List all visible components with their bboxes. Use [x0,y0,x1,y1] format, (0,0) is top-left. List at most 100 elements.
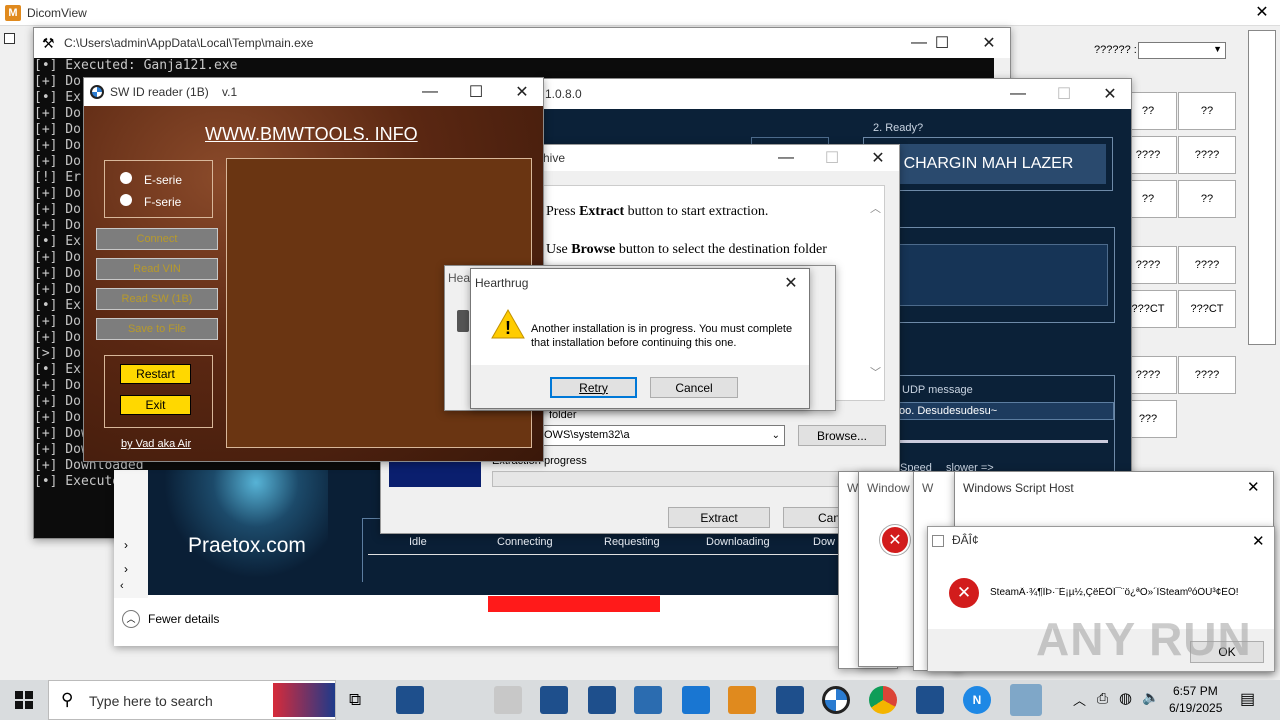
expand-chevron-icon[interactable]: › [124,538,128,552]
wsh-stack-1-title: W [847,481,859,495]
orion-udp-input[interactable]: oo. Desudesudesu~ [894,402,1114,420]
progress-tab-requesting: Requesting [604,536,660,548]
praetox-brand: Praetox.com [188,534,306,557]
steam-error-title: ÐÂÎ¢ [952,533,979,547]
console-titlebar: ⚒ C:\Users\admin\AppData\Local\Temp\main… [34,28,1010,58]
notification-icon[interactable]: ▤ [1240,689,1255,709]
taskbar-app-4-icon[interactable] [588,686,616,714]
archive-progress-bar [492,471,892,487]
taskbar-app-2-icon[interactable] [494,686,522,714]
steam-error-close-icon[interactable]: ✕ [1252,532,1265,550]
taskbar-app-5-icon[interactable] [634,686,662,714]
windows-logo-icon [15,691,33,709]
taskbar-app-12-icon[interactable]: N [963,686,991,714]
dicomview-tile-button[interactable]: ?? [1178,92,1236,130]
swid-radio-e[interactable] [120,172,132,184]
dicomview-tile-button[interactable]: ???? [1178,136,1236,174]
swid-title: SW ID reader (1B) v.1 [110,85,238,99]
progress-tab-idle: Idle [409,536,427,548]
dicomview-titlebar: M DicomView ✕ [0,0,1280,26]
hearthrug-retry-button[interactable]: Retry [550,377,637,398]
progress-tab-downloading: Downloading [706,536,770,548]
orion-udp-value: oo. Desudesudesu~ [899,405,998,417]
taskbar-chrome-icon[interactable] [869,686,897,714]
archive-scroll-down-icon[interactable]: ﹀ [870,364,881,380]
bmw-logo-icon [90,85,104,99]
tray-globe-icon[interactable]: ◍ [1119,689,1132,707]
taskbar-app-8-icon[interactable] [776,686,804,714]
chevron-down-icon: ⌄ [771,430,780,441]
wsh-stack-3-title: W [922,481,934,495]
orion-banner: MA CHARGIN MAH LAZER [870,144,1106,184]
archive-maximize-icon[interactable]: ☐ [809,145,855,171]
dicomview-tile-button[interactable]: ???? [1178,356,1236,394]
swid-readvin-button[interactable]: Read VIN [96,258,218,280]
swid-maximize-icon[interactable]: ☐ [453,78,499,106]
fewer-details-label: Fewer details [148,612,220,626]
console-app-icon: ⚒ [42,35,55,51]
swid-close-icon[interactable]: ✕ [499,78,545,106]
start-button[interactable] [0,680,48,720]
archive-close-icon[interactable]: ✕ [855,145,901,171]
swid-readsw-button[interactable]: Read SW (1B) [96,288,218,310]
wsh-close-icon[interactable]: ✕ [1247,478,1260,496]
error-icon: ✕ [880,525,910,555]
wsh-stack-2-title: Window [867,481,910,495]
archive-scroll-up-icon[interactable]: ︿ [870,200,881,216]
scroll-left-icon[interactable]: ‹ [120,580,124,592]
taskbar-app-13-icon[interactable] [1010,684,1042,716]
orion-maximize-icon[interactable]: ☐ [1041,79,1087,109]
swid-series-group: E-serie F-serie [104,160,213,218]
taskbar-search-box[interactable]: ⚲ Type here to search [48,680,336,720]
clock-time[interactable]: 6:57 PM [1173,684,1218,698]
steam-error-app-icon [932,535,944,547]
dicomview-tile-button[interactable]: ???? [1178,246,1236,284]
tray-volume-icon[interactable]: 🔈 [1142,689,1159,706]
svg-text:!: ! [505,318,511,338]
console-maximize-icon[interactable]: ☐ [919,28,965,58]
hearthrug-message: Another installation is in progress. You… [531,323,793,349]
orion-minimize-icon[interactable]: — [995,79,1041,109]
dicomview-checkbox[interactable] [4,33,15,44]
archive-minimize-icon[interactable]: — [763,145,809,171]
orion-close-icon[interactable]: ✕ [1087,79,1133,109]
dicomview-tile-button[interactable]: ???CT [1178,290,1236,328]
swid-site-link[interactable]: WWW.BMWTOOLS. INFO [205,124,418,145]
swid-radio-f[interactable] [120,194,132,206]
tray-chevron-up-icon[interactable]: ︿ [1073,690,1086,709]
taskbar-bmw-icon[interactable] [822,686,850,714]
task-view-icon[interactable]: ⧉ [349,690,361,710]
expand-chevron-icon[interactable]: › [124,562,128,576]
swid-minimize-icon[interactable]: — [407,78,453,106]
swid-save-button[interactable]: Save to File [96,318,218,340]
hearthrug-close-icon[interactable]: ✕ [771,269,811,297]
swid-restart-button[interactable]: Restart [120,364,191,384]
taskbar-app-11-icon[interactable] [916,686,944,714]
progress-tab-dow: Dow [813,536,836,548]
taskbar-dicomview-icon[interactable] [728,686,756,714]
taskbar-app-6-icon[interactable] [682,686,710,714]
dicomview-title: DicomView [27,6,87,20]
clock-date[interactable]: 6/19/2025 [1169,701,1222,715]
chevron-down-icon: ▼ [1213,44,1222,54]
fewer-details-button[interactable]: ︿ Fewer details [122,610,219,628]
console-close-icon[interactable]: ✕ [966,28,1012,58]
orion-speed-slider[interactable] [894,440,1108,443]
taskbar-search-placeholder: Type here to search [89,693,213,709]
archive-browse-button[interactable]: Browse... [798,425,886,446]
dicomview-field-label: ?????? : [1094,44,1137,56]
hearthrug-cancel-button[interactable]: Cancel [650,377,738,398]
tray-network-icon[interactable]: ⎙ [1097,690,1108,707]
warning-icon: ! [491,308,525,339]
dicomview-side-strip [1248,30,1276,345]
archive-folder-combo[interactable]: OWS\system32\a ⌄ [541,425,785,446]
dicomview-dropdown[interactable]: ▼ [1138,42,1226,59]
archive-extract-button[interactable]: Extract [668,507,770,528]
swid-exit-button[interactable]: Exit [120,395,191,415]
taskbar-app-1-icon[interactable] [396,686,424,714]
dicomview-tile-button[interactable]: ?? [1178,180,1236,218]
hearthrug-title: Hearthrug [475,276,529,290]
taskbar-app-3-icon[interactable] [540,686,568,714]
dicomview-close-icon[interactable]: ✕ [1250,2,1274,24]
swid-connect-button[interactable]: Connect [96,228,218,250]
